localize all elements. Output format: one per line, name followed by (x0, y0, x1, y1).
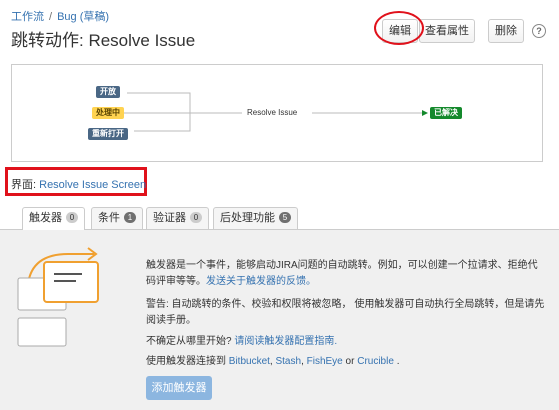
workflow-diagram: 开放 处理中 重新打开 Resolve Issue 已解决 (11, 64, 543, 162)
view-properties-button[interactable]: 查看属性 (419, 19, 475, 43)
transition-label: Resolve Issue (247, 108, 298, 117)
bitbucket-link[interactable]: Bitbucket (229, 356, 270, 367)
trigger-warning: 警告: 自动跳转的条件、校验和权限将被忽略， 使用触发器可自动执行全局跳转，但是… (146, 299, 545, 326)
tab-conditions-count: 1 (124, 212, 136, 223)
config-guide-link[interactable]: 请阅读触发器配置指南. (234, 336, 337, 347)
delete-button[interactable]: 删除 (488, 19, 524, 43)
tab-validators-count: 0 (190, 212, 202, 223)
tab-post-functions-count: 5 (279, 212, 291, 223)
crucible-link[interactable]: Crucible (357, 356, 394, 367)
add-trigger-button[interactable]: 添加触发器 (146, 376, 212, 400)
state-open: 开放 (96, 86, 120, 98)
trigger-connect: 使用触发器连接到 Bitbucket, Stash, FishEye or Cr… (146, 354, 546, 370)
tab-triggers[interactable]: 触发器 0 (22, 207, 85, 230)
period-text: . (396, 356, 400, 367)
tab-validators[interactable]: 验证器 0 (146, 207, 209, 229)
trigger-description: 触发器是一个事件，能够启动JIRA问题的自动跳转。例如，可以创建一个拉请求、拒绝… (146, 258, 546, 290)
state-in-progress: 处理中 (92, 107, 124, 119)
triggers-panel: 触发器是一个事件，能够启动JIRA问题的自动跳转。例如，可以创建一个拉请求、拒绝… (0, 229, 559, 410)
help-icon[interactable]: ? (532, 24, 546, 38)
getting-started-text: 不确定从哪里开始? (146, 336, 232, 347)
trigger-illustration-icon (17, 247, 99, 347)
trigger-description-text: 触发器是一个事件，能够启动JIRA问题的自动跳转。例如，可以创建一个拉请求、拒绝… (146, 260, 538, 287)
stash-link[interactable]: Stash (275, 356, 301, 367)
tab-triggers-label: 触发器 (29, 212, 62, 224)
page-title: 跳转动作: Resolve Issue (11, 31, 196, 50)
state-reopened: 重新打开 (88, 128, 128, 140)
screen-info: 界面: Resolve Issue Screen (11, 176, 146, 192)
breadcrumb-bug-link[interactable]: Bug (草稿) (57, 11, 109, 23)
feedback-link[interactable]: 发送关于触发器的反馈。 (206, 276, 316, 287)
comma-1: , (269, 356, 273, 367)
tab-conditions[interactable]: 条件 1 (91, 207, 143, 229)
fisheye-link[interactable]: FishEye (307, 356, 343, 367)
edit-button[interactable]: 编辑 (382, 19, 418, 43)
tab-conditions-label: 条件 (98, 212, 120, 224)
comma-2: , (301, 356, 304, 367)
tab-post-functions[interactable]: 后处理功能 5 (213, 207, 298, 229)
breadcrumb: 工作流 / Bug (草稿) (11, 8, 109, 24)
tab-validators-label: 验证器 (153, 212, 186, 224)
breadcrumb-separator: / (49, 11, 53, 23)
trigger-getting-started: 不确定从哪里开始? 请阅读触发器配置指南. (146, 334, 546, 350)
tab-post-functions-label: 后处理功能 (220, 212, 275, 224)
screen-link[interactable]: Resolve Issue Screen (39, 179, 146, 191)
tab-triggers-count: 0 (66, 212, 78, 223)
state-resolved: 已解决 (430, 107, 462, 119)
screen-label: 界面: (11, 179, 37, 191)
or-text: or (345, 356, 355, 367)
connect-text: 使用触发器连接到 (146, 356, 226, 367)
breadcrumb-workflow-link[interactable]: 工作流 (11, 11, 44, 23)
